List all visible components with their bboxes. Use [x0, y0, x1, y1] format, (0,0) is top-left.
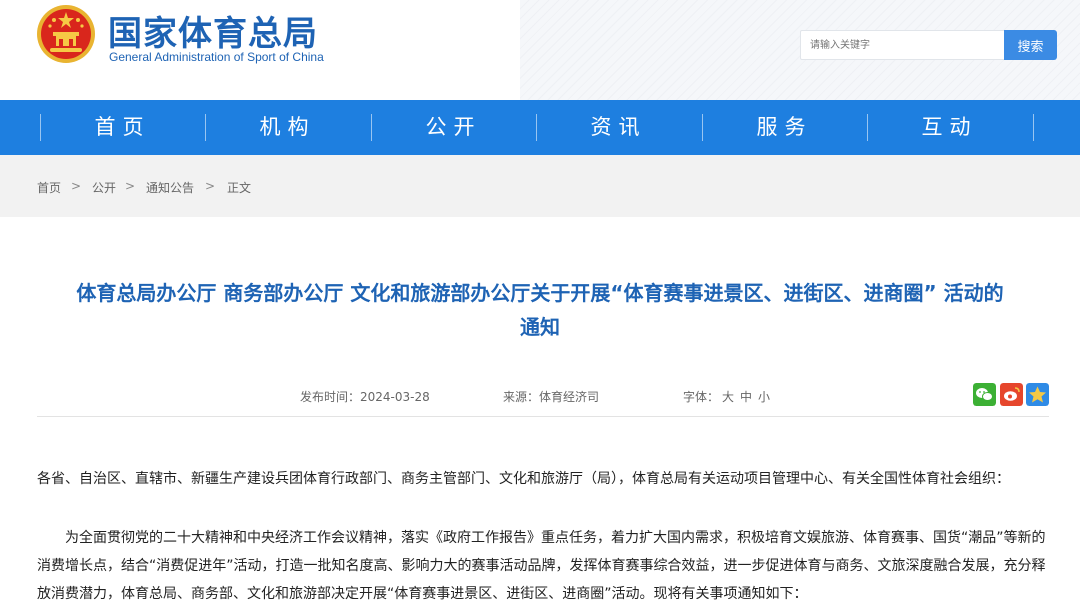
breadcrumb: 首页 > 公开 > 通知公告 > 正文 — [0, 155, 1080, 217]
article-title: 体育总局办公厅 商务部办公厅 文化和旅游部办公厅关于开展“体育赛事进景区、进街区… — [30, 276, 1050, 344]
nav-item-services[interactable]: 服务 — [702, 100, 867, 155]
nav-item-organization[interactable]: 机构 — [205, 100, 370, 155]
qzone-icon[interactable] — [1026, 383, 1049, 406]
search-button[interactable]: 搜索 — [1004, 30, 1057, 60]
publish-time: 发布时间：2024-03-28 — [300, 390, 430, 404]
site-title[interactable]: 国家体育总局 — [108, 6, 318, 55]
article-title-line1: 体育总局办公厅 商务部办公厅 文化和旅游部办公厅关于开展“体育赛事进景区、进街区… — [76, 281, 1004, 305]
weibo-icon[interactable] — [1000, 383, 1023, 406]
breadcrumb-separator: > — [125, 179, 136, 193]
article-title-line2: 通知 — [520, 315, 560, 339]
site-header: 国家体育总局 General Administration of Sport o… — [0, 0, 1080, 100]
main-nav: 首页 机构 公开 资讯 服务 互动 — [0, 100, 1080, 155]
national-emblem-icon[interactable] — [36, 4, 96, 64]
nav-separator — [1033, 114, 1034, 141]
breadcrumb-separator: > — [71, 179, 82, 193]
nav-item-disclosure[interactable]: 公开 — [371, 100, 536, 155]
breadcrumb-disclosure[interactable]: 公开 — [92, 179, 116, 196]
nav-item-home[interactable]: 首页 — [40, 100, 205, 155]
article-paragraph-recipients: 各省、自治区、直辖市、新疆生产建设兵团体育行政部门、商务主管部门、文化和旅游厅（… — [37, 471, 1010, 487]
breadcrumb-current: 正文 — [227, 181, 252, 195]
wechat-icon[interactable] — [973, 383, 996, 406]
breadcrumb-separator: > — [205, 179, 216, 193]
breadcrumb-home[interactable]: 首页 — [37, 179, 61, 196]
font-size-medium-option[interactable]: 中 — [740, 388, 752, 405]
site-subtitle: General Administration of Sport of China — [109, 50, 324, 64]
nav-item-interaction[interactable]: 互动 — [867, 100, 1032, 155]
article-paragraph-intro: 为全面贯彻党的二十大精神和中央经济工作会议精神，落实《政府工作报告》重点任务，着… — [37, 530, 1046, 602]
meta-divider — [37, 416, 1049, 417]
search-input[interactable] — [800, 30, 1005, 60]
article-source: 来源：体育经济司 — [503, 390, 600, 404]
font-size-large-option[interactable]: 大 — [722, 388, 734, 405]
nav-item-news[interactable]: 资讯 — [536, 100, 701, 155]
font-size-label: 字体： — [683, 390, 720, 404]
font-size-small-option[interactable]: 小 — [758, 388, 770, 405]
breadcrumb-notices[interactable]: 通知公告 — [146, 179, 194, 196]
